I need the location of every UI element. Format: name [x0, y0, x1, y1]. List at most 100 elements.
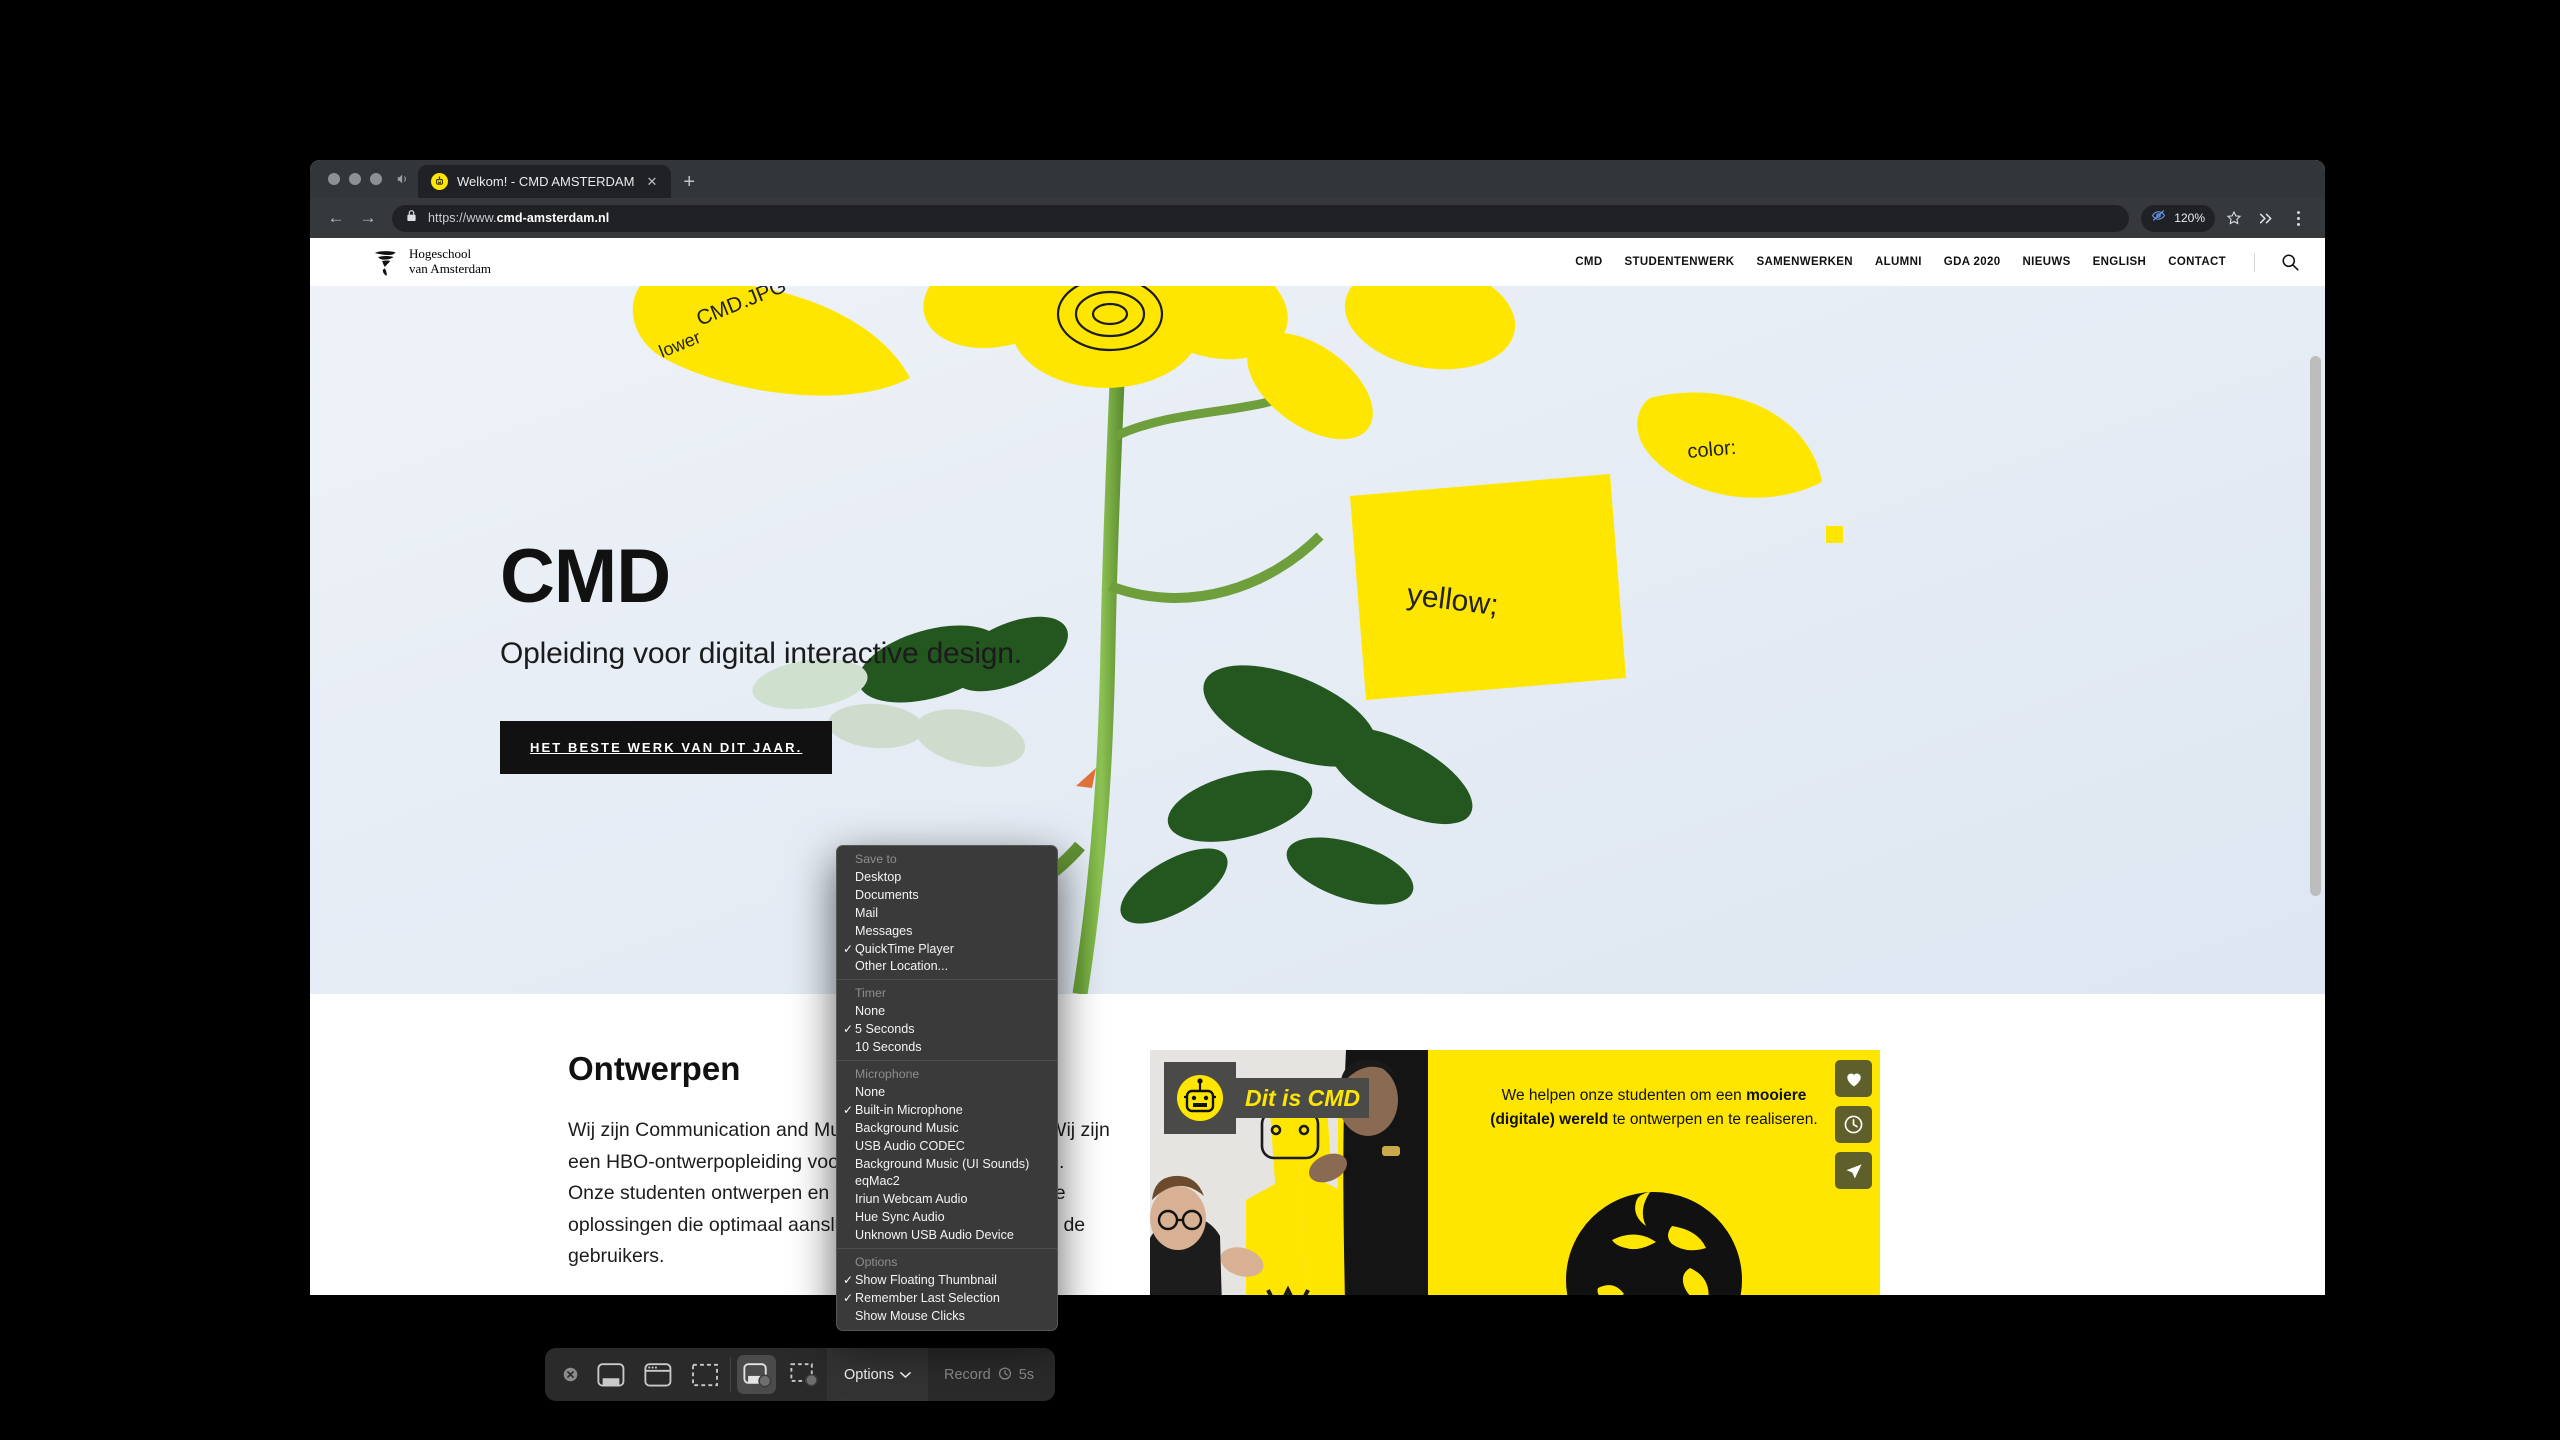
record-button-label: Record [943, 1366, 991, 1383]
new-tab-button[interactable]: + [683, 172, 695, 198]
page-scrollbar-thumb[interactable] [2310, 356, 2321, 896]
window-zoom-button[interactable] [370, 173, 382, 185]
hero-cta-button[interactable]: HET BESTE WERK VAN DIT JAAR. [500, 721, 833, 774]
capture-selected-portion-button[interactable] [681, 1348, 728, 1401]
record-button[interactable]: Record 5s [928, 1348, 1051, 1401]
robot-icon [1164, 1062, 1236, 1134]
more-menu-icon[interactable] [2283, 204, 2313, 232]
browser-tab[interactable]: Welkom! - CMD AMSTERDAM ✕ [418, 165, 672, 198]
clock-icon[interactable] [1835, 1106, 1872, 1143]
page-viewport: Hogeschool van Amsterdam CMD STUDENTENWE… [310, 238, 2325, 1295]
menu-item[interactable]: ✓ Remember Last Selection [837, 1289, 1057, 1307]
menu-item[interactable]: ✓ Built-in Microphone [837, 1101, 1057, 1119]
video-caption: We helpen onze studenten om een mooiere … [1484, 1084, 1824, 1133]
menu-group-header: Save to [855, 852, 897, 866]
menu-item-label: Desktop [855, 869, 902, 884]
zoom-indicator[interactable]: 120% [2141, 204, 2215, 232]
menu-item[interactable]: Messages [837, 922, 1057, 940]
menu-item-label: None [855, 1084, 886, 1099]
menu-item-label: Built-in Microphone [855, 1102, 963, 1117]
menu-item[interactable]: USB Audio CODEC [837, 1137, 1057, 1155]
page-scrollbar[interactable] [2310, 238, 2321, 1295]
hero-subtitle: Opleiding voor digital interactive desig… [500, 637, 1022, 670]
search-icon[interactable] [2279, 251, 2301, 273]
window-minimize-button[interactable] [349, 173, 361, 185]
content-section: Ontwerpen Wij zijn Communication and Mul… [310, 994, 2325, 1295]
zoom-level-label: 120% [2174, 211, 2205, 225]
svg-text:color:: color: [1687, 437, 1738, 463]
back-button[interactable]: ← [322, 204, 350, 232]
menu-item[interactable]: Other Location... [837, 957, 1057, 975]
timer-icon [998, 1366, 1012, 1384]
lock-icon [406, 209, 417, 227]
tab-audio-mute-icon[interactable] [392, 160, 414, 198]
menu-item[interactable]: Unknown USB Audio Device [837, 1226, 1057, 1244]
menu-item[interactable]: Desktop [837, 868, 1057, 886]
menu-item[interactable]: Documents [837, 886, 1057, 904]
screenshot-close-button[interactable] [553, 1348, 587, 1401]
menu-item[interactable]: Background Music (UI Sounds) [837, 1155, 1057, 1173]
nav-item-studentenwerk[interactable]: STUDENTENWERK [1624, 256, 1734, 268]
nav-item-nieuws[interactable]: NIEUWS [2023, 256, 2071, 268]
menu-item[interactable]: ✓ QuickTime Player [837, 940, 1057, 958]
heart-icon[interactable] [1835, 1060, 1872, 1097]
extensions-chevrons-icon[interactable] [2251, 204, 2281, 232]
address-bar[interactable]: https://www.cmd-amsterdam.nl [392, 204, 2130, 232]
window-close-button[interactable] [328, 173, 340, 185]
capture-selected-window-button[interactable] [634, 1348, 681, 1401]
menu-item[interactable]: Hue Sync Audio [837, 1208, 1057, 1226]
menu-item-label: Show Mouse Clicks [855, 1308, 965, 1323]
menu-item-label: Unknown USB Audio Device [855, 1228, 1014, 1243]
menu-item[interactable]: 10 Seconds [837, 1038, 1057, 1056]
hva-logo-text: Hogeschool van Amsterdam [409, 247, 491, 276]
record-selected-portion-button[interactable] [780, 1348, 827, 1401]
screenshot-options-button[interactable]: Options [827, 1348, 928, 1401]
menu-item-label: Background Music (UI Sounds) [855, 1156, 1030, 1171]
address-bar-url: https://www.cmd-amsterdam.nl [428, 211, 610, 225]
desktop-background: Welkom! - CMD AMSTERDAM ✕ + ← → https://… [0, 0, 2560, 1440]
site-header: Hogeschool van Amsterdam CMD STUDENTENWE… [310, 238, 2325, 286]
send-icon[interactable] [1835, 1152, 1872, 1189]
menu-item[interactable]: eqMac2 [837, 1172, 1057, 1190]
capture-mode-group [587, 1348, 728, 1401]
menu-item[interactable]: None [837, 1083, 1057, 1101]
bookmark-star-icon[interactable] [2219, 204, 2249, 232]
menu-item[interactable]: ✓ Show Floating Thumbnail [837, 1271, 1057, 1289]
robot-favicon [431, 173, 448, 190]
nav-item-gda-2020[interactable]: GDA 2020 [1944, 256, 2001, 268]
video-badge: Dit is CMD [1164, 1062, 1369, 1134]
menu-group-header: Options [855, 1255, 898, 1270]
eye-off-icon[interactable] [2151, 208, 2166, 228]
menu-item[interactable]: Mail [837, 904, 1057, 922]
menu-item-label: Documents [855, 887, 919, 902]
nav-item-english[interactable]: ENGLISH [2093, 256, 2147, 268]
video-card-side-buttons [1835, 1060, 1872, 1189]
browser-tab-strip: Welkom! - CMD AMSTERDAM ✕ + [310, 160, 2325, 198]
capture-entire-screen-button[interactable] [587, 1348, 634, 1401]
record-entire-screen-button[interactable] [733, 1348, 780, 1401]
toolbar-divider [730, 1357, 731, 1392]
window-traffic-lights [324, 160, 392, 198]
nav-item-cmd[interactable]: CMD [1575, 256, 1602, 268]
menu-item[interactable]: Show Mouse Clicks [837, 1307, 1057, 1325]
forward-button[interactable]: → [354, 204, 382, 232]
hero-copy: CMD Opleiding voor digital interactive d… [500, 539, 1022, 774]
menu-item[interactable]: None [837, 1002, 1057, 1020]
menu-group-header: Microphone [855, 1067, 920, 1082]
browser-window: Welkom! - CMD AMSTERDAM ✕ + ← → https://… [310, 160, 2325, 1295]
toolbar-right-icons: 120% [2141, 204, 2313, 232]
tab-close-icon[interactable]: ✕ [643, 173, 660, 190]
video-card[interactable]: Dit is CMD We helpen onze studenten om e… [1150, 1050, 1880, 1295]
menu-item-label: 5 Seconds [855, 1022, 915, 1037]
nav-item-alumni[interactable]: ALUMNI [1875, 256, 1922, 268]
menu-item[interactable]: ✓ 5 Seconds [837, 1020, 1057, 1038]
nav-item-contact[interactable]: CONTACT [2168, 256, 2226, 268]
menu-group-header: Timer [855, 986, 886, 1001]
menu-item[interactable]: Iriun Webcam Audio [837, 1190, 1057, 1208]
record-mode-group [733, 1348, 827, 1401]
record-timer-label: 5s [1018, 1366, 1035, 1383]
check-icon: ✓ [842, 1102, 854, 1117]
hva-logo[interactable]: Hogeschool van Amsterdam [372, 247, 491, 276]
nav-item-samenwerken[interactable]: SAMENWERKEN [1756, 256, 1853, 268]
menu-item[interactable]: Background Music [837, 1119, 1057, 1137]
